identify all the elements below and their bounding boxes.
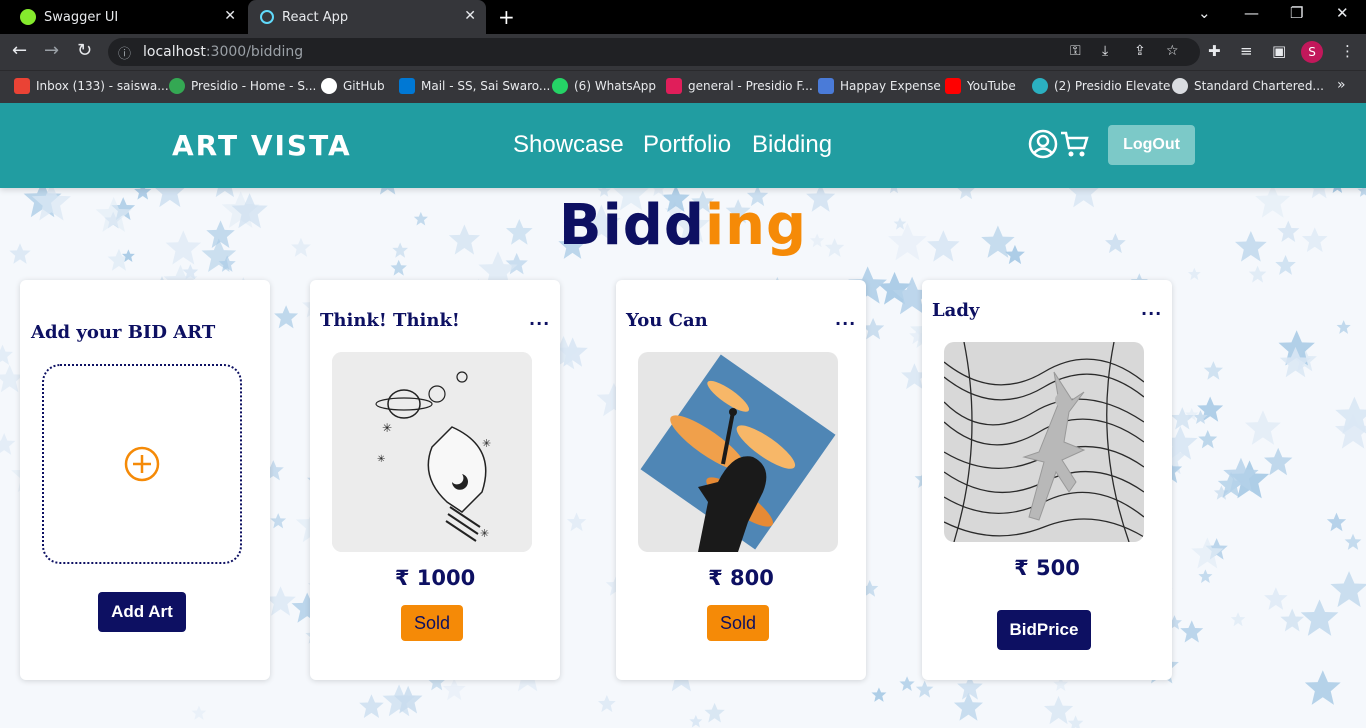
youtube-icon [945, 78, 961, 94]
bookmark-star-icon[interactable]: ☆ [1166, 43, 1179, 59]
new-tab-icon[interactable]: + [498, 5, 515, 29]
swagger-icon [20, 9, 36, 25]
bookmark-item[interactable]: Presidio - Home - S... [169, 78, 316, 94]
add-art-button[interactable]: Add Art [98, 592, 186, 632]
outlook-icon [399, 78, 415, 94]
sold-button[interactable]: Sold [401, 605, 463, 641]
nav-portfolio[interactable]: Portfolio [643, 131, 731, 159]
tab-search-icon[interactable]: ⌄ [1198, 4, 1211, 22]
app-viewport: ART VISTA Showcase Portfolio Bidding Log… [0, 103, 1366, 728]
close-tab-icon[interactable]: ✕ [224, 8, 236, 24]
svg-text:✳: ✳ [482, 437, 491, 450]
logout-button[interactable]: LogOut [1108, 125, 1195, 165]
upload-dropzone[interactable] [42, 364, 242, 564]
artwork-image-bulb[interactable]: ✳ ✳ ✳ ✳ [332, 352, 532, 552]
artwork-card: Think! Think! ... ✳ ✳ ✳ ✳ ₹ 1000 Sold [310, 280, 560, 680]
bookmark-item[interactable]: (2) Presidio Elevate [1032, 78, 1170, 94]
url-text: localhost:3000/bidding [143, 44, 304, 60]
address-bar[interactable]: ⓘ localhost:3000/bidding ⚿ ⤓ ⇪ ☆ [108, 38, 1200, 66]
tab-title: Swagger UI [44, 9, 119, 25]
github-icon [321, 78, 337, 94]
more-options-icon[interactable]: ... [835, 310, 856, 329]
browser-tab-bar: Swagger UI ✕ React App ✕ + ⌄ — ❐ ✕ [0, 0, 1366, 34]
bookmark-item[interactable]: GitHub [321, 78, 385, 94]
artwork-title: Think! Think! [320, 310, 460, 331]
artwork-title: You Can [626, 310, 708, 331]
site-info-icon[interactable]: ⓘ [118, 43, 131, 62]
svg-text:✳: ✳ [480, 527, 489, 540]
artwork-price: ₹ 800 [708, 566, 774, 590]
globe-icon [1172, 78, 1188, 94]
side-panel-icon[interactable]: ▣ [1272, 42, 1286, 60]
bidprice-button[interactable]: BidPrice [997, 610, 1091, 650]
sold-button[interactable]: Sold [707, 605, 769, 641]
cart-icon[interactable] [1059, 129, 1089, 159]
tab-title: React App [282, 9, 349, 25]
add-art-title: Add your BID ART [31, 322, 216, 343]
presidio-icon [169, 78, 185, 94]
bookmark-item[interactable]: general - Presidio F... [666, 78, 813, 94]
elevate-icon [1032, 78, 1048, 94]
nav-showcase[interactable]: Showcase [513, 131, 624, 159]
close-tab-icon[interactable]: ✕ [464, 8, 476, 24]
logo[interactable]: ART VISTA [172, 129, 352, 162]
browser-toolbar: ← → ↻ ⓘ localhost:3000/bidding ⚿ ⤓ ⇪ ☆ ✚… [0, 34, 1366, 70]
key-icon[interactable]: ⚿ [1070, 43, 1081, 59]
profile-avatar[interactable]: S [1301, 41, 1323, 63]
add-art-card: Add your BID ART Add Art [20, 280, 270, 680]
bookmarks-bar: Inbox (133) - saiswa... Presidio - Home … [0, 70, 1366, 103]
browser-menu-icon[interactable]: ⋮ [1340, 42, 1355, 60]
app-header: ART VISTA Showcase Portfolio Bidding Log… [0, 103, 1366, 188]
artwork-price: ₹ 1000 [394, 566, 476, 590]
page-title: Bidding [558, 193, 808, 258]
reload-icon[interactable]: ↻ [77, 40, 92, 61]
more-options-icon[interactable]: ... [1141, 300, 1162, 319]
bookmark-item[interactable]: (6) WhatsApp [552, 78, 656, 94]
artwork-image-ballerina[interactable] [944, 342, 1144, 542]
nav-bidding[interactable]: Bidding [752, 131, 832, 159]
whatsapp-icon [552, 78, 568, 94]
media-icon[interactable]: ≡ [1240, 42, 1253, 60]
react-icon [260, 10, 274, 24]
svg-text:✳: ✳ [382, 421, 392, 435]
bookmark-item[interactable]: Mail - SS, Sai Swaro... [399, 78, 550, 94]
gmail-icon [14, 78, 30, 94]
more-bookmarks-icon[interactable]: » [1337, 77, 1346, 93]
minimize-icon[interactable]: — [1244, 4, 1259, 22]
add-circle-icon[interactable] [124, 446, 160, 482]
restore-icon[interactable]: ❐ [1290, 4, 1303, 22]
artwork-price: ₹ 500 [1014, 556, 1080, 580]
happay-icon [818, 78, 834, 94]
bookmark-item[interactable]: Standard Chartered... [1172, 78, 1324, 94]
bookmark-item[interactable]: Inbox (133) - saiswa... [14, 78, 169, 94]
bookmark-item[interactable]: YouTube [945, 78, 1016, 94]
slack-icon [666, 78, 682, 94]
install-icon[interactable]: ⤓ [1102, 43, 1108, 59]
extensions-icon[interactable]: ✚ [1208, 42, 1221, 60]
artwork-card: Lady ... ₹ 500 BidPrice [922, 280, 1172, 680]
artwork-image-silhouette[interactable] [638, 352, 838, 552]
more-options-icon[interactable]: ... [529, 310, 550, 329]
bookmark-item[interactable]: Happay Expense [818, 78, 941, 94]
share-icon[interactable]: ⇪ [1134, 43, 1146, 59]
user-icon[interactable] [1028, 129, 1058, 159]
artwork-card: You Can ... ₹ 800 Sold [616, 280, 866, 680]
tab-react-app[interactable]: React App ✕ [248, 0, 486, 34]
forward-icon[interactable]: → [44, 40, 59, 61]
back-icon[interactable]: ← [12, 40, 27, 61]
svg-text:✳: ✳ [377, 454, 385, 465]
window-close-icon[interactable]: ✕ [1336, 4, 1349, 22]
tab-swagger-ui[interactable]: Swagger UI ✕ [8, 0, 246, 34]
artwork-title: Lady [932, 300, 980, 321]
